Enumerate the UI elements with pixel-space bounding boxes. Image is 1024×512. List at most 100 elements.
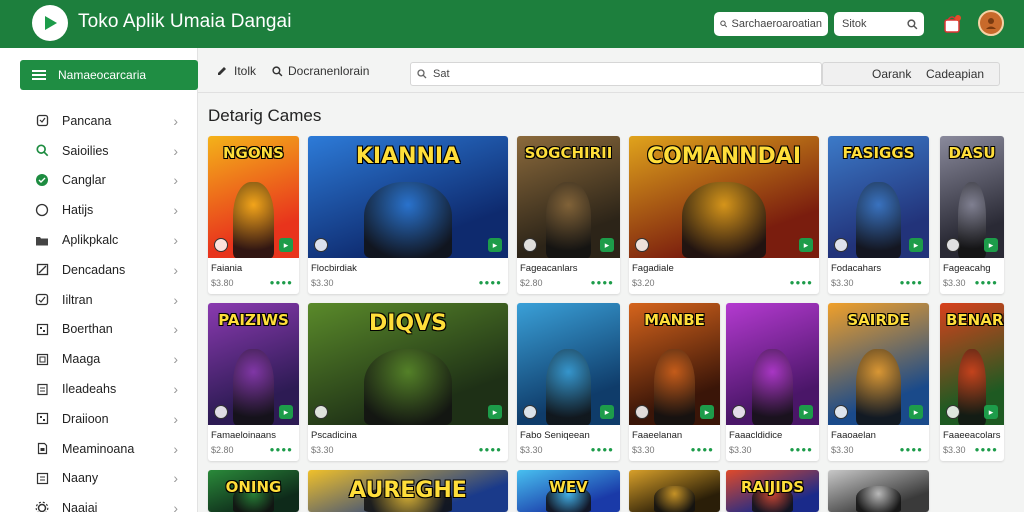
chevron-right-icon: › bbox=[173, 112, 178, 129]
game-card[interactable]: ▸ Faaacldidice $3.30 ●●●● bbox=[726, 303, 819, 461]
chevron-right-icon: › bbox=[173, 142, 178, 159]
game-card[interactable]: ▸ Fabo Seniqeean $3.30 ●●●● bbox=[517, 303, 620, 461]
game-cover-art: NGONS ▸ bbox=[208, 136, 299, 258]
folder-icon bbox=[34, 232, 50, 248]
chevron-right-icon: › bbox=[173, 232, 178, 249]
sidebar-item[interactable]: Draiioon › bbox=[0, 404, 198, 434]
chevron-right-icon: › bbox=[173, 172, 178, 189]
sidebar-item[interactable]: Aplikpkalc › bbox=[0, 225, 198, 255]
game-card[interactable]: AUREGHE bbox=[308, 470, 508, 512]
game-card[interactable]: PAIZIWS ▸ Famaeloinaans $2.80 ●●●● bbox=[208, 303, 299, 461]
category-button[interactable]: Cadeapian bbox=[926, 67, 984, 81]
install-badge-icon: ▸ bbox=[799, 405, 813, 419]
game-card[interactable]: MANBE ▸ Faaeelanan $3.30 ●●●● bbox=[629, 303, 720, 461]
sidebar-item[interactable]: Maaga › bbox=[0, 344, 198, 374]
section-title: Detarig Cames bbox=[208, 106, 322, 125]
game-price: $2.80 bbox=[211, 445, 234, 455]
rating-dots: ●●●● bbox=[590, 278, 614, 287]
game-card[interactable]: WEV bbox=[517, 470, 620, 512]
sidebar-item-label: Draiioon bbox=[62, 411, 109, 426]
stock-search-placeholder: Sitok bbox=[842, 18, 867, 30]
game-card[interactable]: FASIGGS ▸ Fodacahars $3.30 ●●●● bbox=[828, 136, 929, 294]
chevron-right-icon: › bbox=[173, 440, 178, 457]
chevron-right-icon: › bbox=[173, 351, 178, 368]
sidebar-item[interactable]: Meaminoana › bbox=[0, 434, 198, 464]
game-cover-art: MANBE ▸ bbox=[629, 303, 720, 425]
search-icon bbox=[34, 143, 50, 159]
play-icon bbox=[45, 16, 57, 30]
game-card[interactable]: BENARIAN ▸ Faaeeacolars $3.30 ●●●● bbox=[940, 303, 1004, 461]
play-store-logo[interactable] bbox=[32, 5, 68, 41]
cover-title: FASIGGS bbox=[842, 144, 915, 162]
sidebar-item[interactable]: Hatijs › bbox=[0, 195, 198, 225]
hamburger-icon bbox=[32, 70, 46, 80]
sidebar-item-label: Naaiai bbox=[62, 501, 98, 512]
sidebar-item[interactable]: Ileadeahs › bbox=[0, 374, 198, 404]
sidebar-nav-list: Pancana › Saioilies › Canglar › Hatijs › Aplikpk… bbox=[0, 106, 198, 512]
cover-title: WEV bbox=[549, 478, 588, 496]
game-cover-art bbox=[629, 470, 720, 512]
sidebar-item[interactable]: Pancana › bbox=[0, 106, 198, 136]
breadcrumb[interactable]: Docranenlorain bbox=[272, 64, 369, 78]
user-avatar[interactable] bbox=[978, 10, 1004, 36]
cover-character bbox=[654, 485, 695, 512]
game-cover-art bbox=[828, 470, 929, 512]
publisher-icon bbox=[946, 238, 960, 252]
cover-character bbox=[682, 182, 766, 258]
game-cover-art: PAIZIWS ▸ bbox=[208, 303, 299, 425]
game-card[interactable]: COMANNDAI ▸ Fagadiale $3.20 ●●●● bbox=[629, 136, 819, 294]
game-card[interactable]: ONING bbox=[208, 470, 299, 512]
sidebar-item[interactable]: Boerthan › bbox=[0, 315, 198, 345]
sidebar-item[interactable]: Naaiai › bbox=[0, 493, 198, 512]
game-cover-art: WEV bbox=[517, 470, 620, 512]
install-badge-icon: ▸ bbox=[279, 405, 293, 419]
install-badge-icon: ▸ bbox=[984, 238, 998, 252]
game-cover-art: KIANNIA ▸ bbox=[308, 136, 508, 258]
game-name: Faaeeacolars bbox=[943, 430, 1001, 441]
sidebar-item[interactable]: Saioilies › bbox=[0, 136, 198, 166]
cart-button[interactable] bbox=[938, 10, 966, 38]
square-icon bbox=[34, 113, 50, 129]
game-cover-art: ▸ bbox=[726, 303, 819, 425]
sidebar-item[interactable]: Canglar › bbox=[0, 166, 198, 196]
back-button[interactable]: Itolk bbox=[216, 64, 256, 78]
bag-icon bbox=[944, 15, 961, 33]
game-card[interactable]: RAIJIDS bbox=[726, 470, 819, 512]
game-card[interactable] bbox=[629, 470, 720, 512]
back-label: Itolk bbox=[234, 64, 257, 78]
sidebar-menu-button[interactable]: Namaeocarcaria bbox=[20, 60, 198, 90]
game-card[interactable]: SOGCHIRII ▸ Fageacanlars $2.80 ●●●● bbox=[517, 136, 620, 294]
sidebar-item[interactable]: Iiltran › bbox=[0, 285, 198, 315]
sidebar-item-label: Aplikpkalc bbox=[62, 233, 119, 248]
person-icon bbox=[986, 18, 996, 29]
rating-dots: ●●●● bbox=[789, 278, 813, 287]
game-cover-art: DASU ▸ bbox=[940, 136, 1004, 258]
chevron-right-icon: › bbox=[173, 381, 178, 398]
game-card[interactable]: DIQVS ▸ Pscadicina $3.30 ●●●● bbox=[308, 303, 508, 461]
game-card[interactable]: DASU ▸ Fageacahg $3.30 ●●●● bbox=[940, 136, 1004, 294]
cover-character bbox=[957, 349, 987, 425]
game-price: $3.80 bbox=[211, 278, 234, 288]
install-badge-icon: ▸ bbox=[488, 238, 502, 252]
game-price: $3.30 bbox=[729, 445, 752, 455]
cover-character bbox=[233, 182, 274, 258]
install-badge-icon: ▸ bbox=[600, 405, 614, 419]
sidebar-item[interactable]: Dencadans › bbox=[0, 255, 198, 285]
sort-button[interactable]: Oarank bbox=[872, 67, 911, 81]
top-stock-search[interactable]: Sitok bbox=[834, 12, 924, 36]
search-icon bbox=[417, 69, 427, 79]
game-card[interactable]: KIANNIA ▸ Flocbirdiak $3.30 ●●●● bbox=[308, 136, 508, 294]
catalog-search-placeholder: Sat bbox=[433, 68, 450, 80]
top-search-field[interactable]: Sarchaeroaroatian bbox=[714, 12, 828, 36]
publisher-icon bbox=[635, 405, 649, 419]
search-icon bbox=[272, 65, 283, 76]
install-badge-icon: ▸ bbox=[600, 238, 614, 252]
game-card[interactable]: NGONS ▸ Faiania $3.80 ●●●● bbox=[208, 136, 299, 294]
cover-title: SOGCHIRII bbox=[524, 144, 613, 162]
catalog-search-input[interactable]: Sat bbox=[410, 62, 822, 86]
sidebar-item[interactable]: Naany › bbox=[0, 464, 198, 494]
chevron-right-icon: › bbox=[173, 500, 178, 512]
game-card[interactable] bbox=[828, 470, 929, 512]
chevron-right-icon: › bbox=[173, 261, 178, 278]
game-card[interactable]: SAIRDE ▸ Faaoaelan $3.30 ●●●● bbox=[828, 303, 929, 461]
